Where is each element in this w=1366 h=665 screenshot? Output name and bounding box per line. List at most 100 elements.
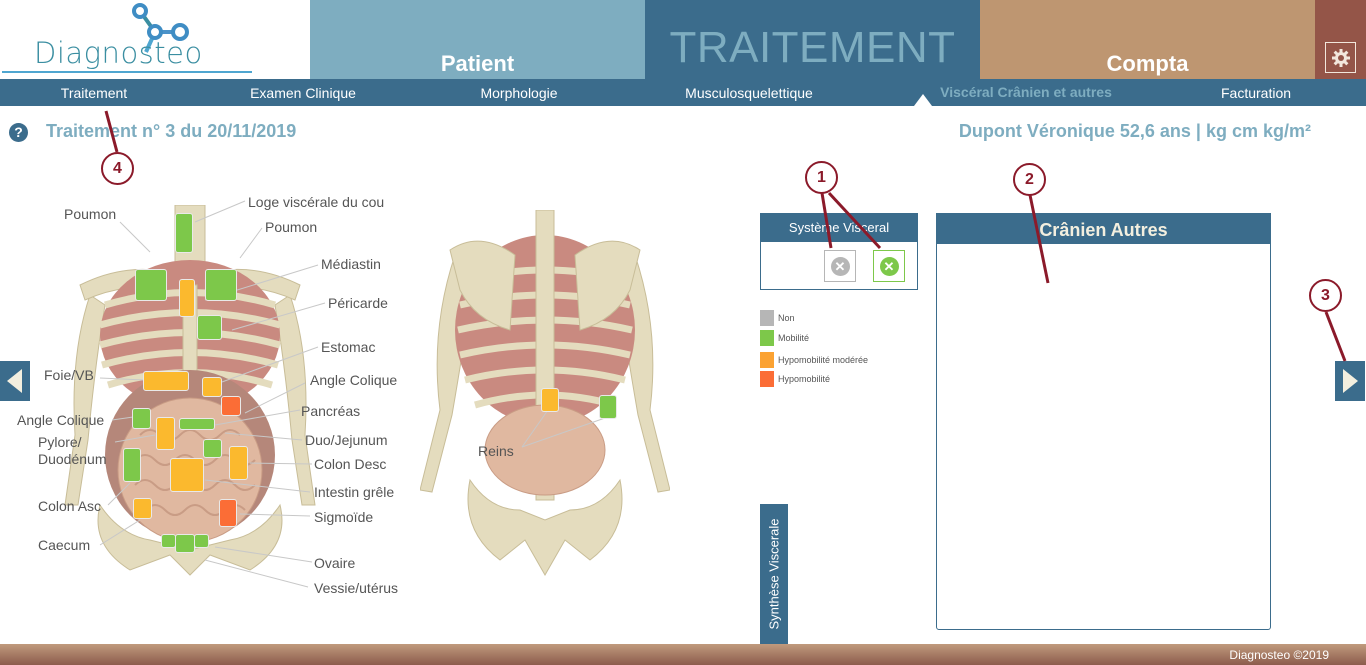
legend-label: Mobilité [778, 333, 810, 343]
settings-button[interactable] [1325, 42, 1356, 73]
arrow-left-icon [7, 369, 22, 393]
previous-page-button[interactable] [0, 361, 30, 401]
label-poumon-droit: Poumon [64, 206, 117, 222]
label-duo-jejunum: Duo/Jejunum [305, 432, 388, 448]
label-pancreas: Pancréas [301, 403, 361, 419]
legend-label: Non [778, 313, 795, 323]
organ-box-angle-colique-droit[interactable] [132, 408, 151, 429]
cranien-autres-panel: Crânien Autres [936, 213, 1271, 630]
subnav-facturation[interactable]: Facturation [1221, 85, 1291, 101]
logo: Diagnosteo [0, 0, 310, 79]
footer: Diagnosteo ©2019 [0, 644, 1366, 665]
organ-box-pancreas[interactable] [179, 418, 215, 430]
organ-box-poumon-droit[interactable] [135, 269, 167, 301]
tab-traitement[interactable]: TRAITEMENT [645, 0, 980, 79]
label-colon-desc: Colon Desc [314, 456, 387, 472]
patient-info: Dupont Véronique 52,6 ans | kg cm kg/m² [958, 121, 1311, 141]
cranien-autres-textarea[interactable] [939, 244, 1268, 627]
legend-swatch-hypomobilite [760, 371, 774, 387]
organ-box-pericarde[interactable] [197, 315, 222, 340]
legend-item-hypomobilite-moderee: Hypomobilité modérée [760, 352, 868, 368]
organ-box-intestin-grele[interactable] [170, 458, 204, 492]
callout-4: 4 [101, 152, 134, 185]
organ-box-vessie-uterus[interactable] [175, 534, 195, 553]
legend-label: Hypomobilité modérée [778, 355, 869, 365]
subnav-examen-clinique[interactable]: Examen Clinique [250, 85, 356, 101]
organ-box-ovaire-droit[interactable] [161, 534, 176, 548]
tab-patient[interactable]: Patient [310, 0, 645, 79]
organ-box-mediastin[interactable] [179, 279, 195, 317]
x-circle-icon: ✕ [830, 256, 850, 276]
organ-box-loge-viscerale-cou[interactable] [175, 213, 193, 253]
subnav-traitement[interactable]: Traitement [61, 85, 127, 101]
label-pylore: Pylore/ [38, 434, 82, 450]
logo-text: Diagnosteo [34, 36, 203, 70]
tab-compta[interactable]: Compta [980, 0, 1315, 79]
label-duodenum: Duodénum [38, 451, 107, 467]
callout-1: 1 [805, 161, 838, 194]
legend-label: Hypomobilité [778, 374, 831, 384]
legend-swatch-hypomobilite-moderee [760, 352, 774, 368]
systeme-visceral-non-button[interactable]: ✕ [824, 250, 856, 282]
systeme-visceral-title: Système Visceral [761, 214, 917, 242]
systeme-visceral-mobilite-button[interactable]: ✕ [873, 250, 905, 282]
callout-3: 3 [1309, 279, 1342, 312]
legend-item-mobilite: Mobilité [760, 330, 809, 346]
systeme-visceral-panel: Système Visceral ✕ ✕ [760, 213, 918, 290]
organ-box-poumon-gauche[interactable] [205, 269, 237, 301]
next-page-button[interactable] [1335, 361, 1365, 401]
synthese-viscerale-label: Synthèse Viscerale [766, 518, 782, 630]
gear-icon [1331, 48, 1350, 67]
label-vessie-uterus: Vessie/utérus [314, 580, 399, 596]
organ-box-colon-desc[interactable] [229, 446, 248, 480]
subnav-visceral-cranien[interactable]: Viscéral Crânien et autres [940, 84, 1112, 100]
tab-traitement-label: TRAITEMENT [669, 23, 956, 72]
x-circle-icon: ✕ [879, 256, 899, 276]
label-foie-vb: Foie/VB [44, 367, 94, 383]
organ-box-duo-jejunum[interactable] [203, 439, 222, 458]
label-sigmoide: Sigmoïde [314, 509, 374, 525]
label-ovaire: Ovaire [314, 555, 356, 571]
arrow-right-icon [1343, 369, 1358, 393]
tab-compta-label: Compta [1106, 51, 1189, 76]
label-loge-viscerale-cou: Loge viscérale du cou [248, 194, 385, 210]
help-icon[interactable]: ? [9, 123, 28, 142]
cranien-autres-title: Crânien Autres [937, 214, 1270, 244]
label-mediastin: Médiastin [321, 256, 381, 272]
label-poumon-gauche: Poumon [265, 219, 318, 235]
active-tab-caret [914, 94, 932, 106]
organ-box-ovaire-gauche[interactable] [194, 534, 209, 548]
anatomy-front-figure [64, 205, 316, 576]
organ-box-colon-asc[interactable] [123, 448, 141, 482]
legend-item-non: Non [760, 310, 795, 326]
footer-copyright: Diagnosteo ©2019 [1229, 648, 1329, 662]
page-title: Traitement n° 3 du 20/11/2019 [46, 121, 297, 141]
label-intestin-grele: Intestin grêle [314, 484, 395, 500]
legend-swatch-mobilite [760, 330, 774, 346]
legend-swatch-non [760, 310, 774, 326]
legend-item-hypomobilite: Hypomobilité [760, 371, 830, 387]
organ-box-pylore-duodenum[interactable] [156, 417, 175, 450]
subnav-morphologie[interactable]: Morphologie [480, 85, 557, 101]
label-angle-colique-gauche: Angle Colique [310, 372, 398, 388]
label-estomac: Estomac [321, 339, 376, 355]
label-colon-asc: Colon Asc [38, 498, 102, 514]
subnav-musculosquelettique[interactable]: Musculosquelettique [685, 85, 813, 101]
sub-navigation: Traitement Examen Clinique Morphologie M… [0, 79, 1366, 106]
organ-box-rein-gauche[interactable] [541, 388, 559, 412]
organ-box-caecum[interactable] [133, 498, 152, 519]
callout-2: 2 [1013, 163, 1046, 196]
logo-underline [2, 71, 252, 73]
organ-box-estomac[interactable] [202, 377, 222, 397]
label-angle-colique-droit: Angle Colique [17, 412, 105, 428]
label-caecum: Caecum [38, 537, 91, 553]
organ-box-angle-colique-gauche[interactable] [221, 396, 241, 416]
label-pericarde: Péricarde [328, 295, 388, 311]
organ-box-sigmoide[interactable] [219, 499, 237, 527]
settings-tab [1315, 0, 1366, 79]
tab-patient-label: Patient [440, 51, 515, 76]
synthese-viscerale-tab[interactable]: Synthèse Viscerale [760, 504, 788, 644]
organ-box-foie-vb[interactable] [143, 371, 189, 391]
organ-box-rein-droit[interactable] [599, 395, 617, 419]
label-reins: Reins [478, 443, 514, 459]
